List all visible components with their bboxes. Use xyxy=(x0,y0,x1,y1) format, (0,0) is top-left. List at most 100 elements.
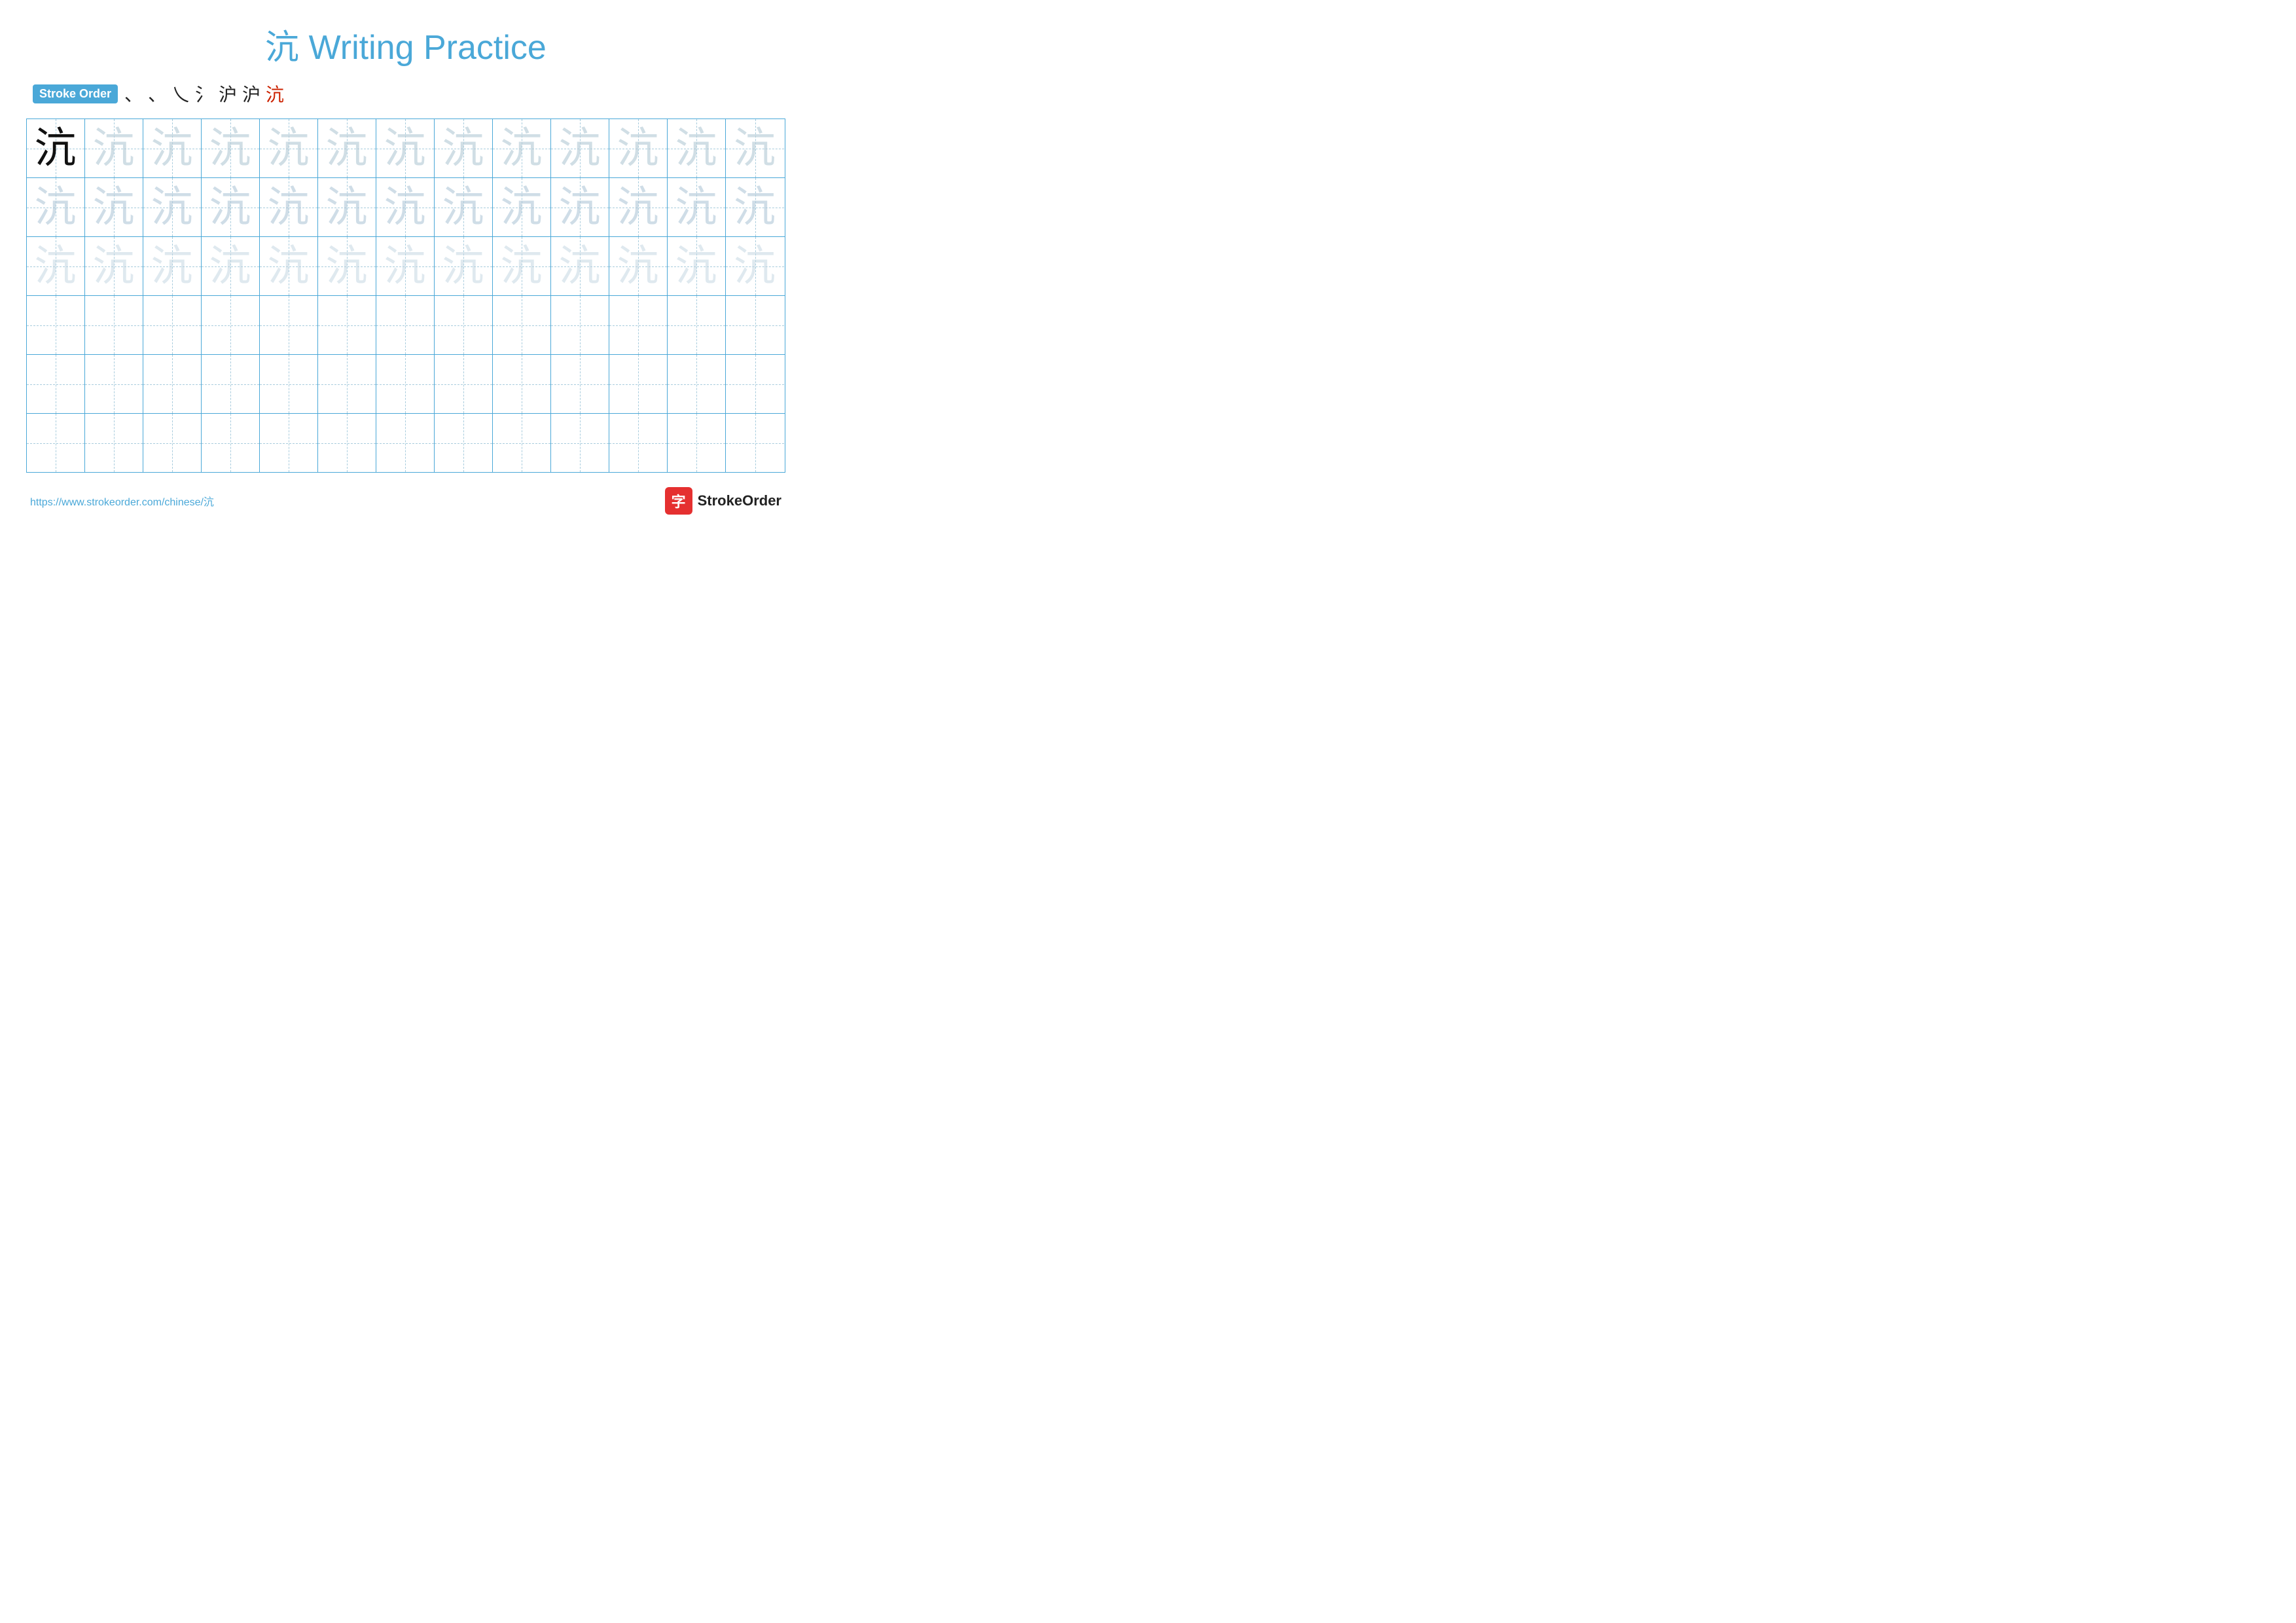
grid-cell[interactable]: 沆 xyxy=(551,119,609,177)
grid-cell[interactable]: 沆 xyxy=(85,119,143,177)
grid-cell[interactable]: 沆 xyxy=(260,178,318,236)
grid-cell[interactable]: 沆 xyxy=(726,178,784,236)
cell-character: 沆 xyxy=(675,187,717,228)
grid-cell[interactable] xyxy=(260,414,318,472)
grid-cell[interactable] xyxy=(609,296,668,354)
grid-cell[interactable]: 沆 xyxy=(668,119,726,177)
grid-cell[interactable] xyxy=(376,414,435,472)
grid-cell[interactable]: 沆 xyxy=(260,237,318,295)
grid-cell[interactable] xyxy=(726,355,784,413)
grid-cell[interactable] xyxy=(260,355,318,413)
grid-cell[interactable] xyxy=(143,414,202,472)
grid-cell[interactable] xyxy=(493,355,551,413)
cell-character: 沆 xyxy=(501,128,543,170)
grid-cell[interactable]: 沆 xyxy=(85,237,143,295)
grid-cell[interactable] xyxy=(668,414,726,472)
grid-cell[interactable]: 沆 xyxy=(435,119,493,177)
grid-cell[interactable]: 沆 xyxy=(318,119,376,177)
cell-character: 沆 xyxy=(326,246,368,287)
grid-cell[interactable]: 沆 xyxy=(551,237,609,295)
grid-cell[interactable] xyxy=(493,296,551,354)
grid-cell[interactable]: 沆 xyxy=(493,237,551,295)
grid-cell[interactable] xyxy=(202,355,260,413)
grid-cell[interactable] xyxy=(668,355,726,413)
grid-cell[interactable]: 沆 xyxy=(202,178,260,236)
grid-cell[interactable] xyxy=(376,355,435,413)
grid-cell[interactable] xyxy=(143,296,202,354)
grid-cell[interactable]: 沆 xyxy=(376,237,435,295)
cell-character: 沆 xyxy=(326,128,368,170)
grid-cell[interactable] xyxy=(27,355,85,413)
cell-character: 沆 xyxy=(734,128,776,170)
grid-cell[interactable] xyxy=(551,414,609,472)
grid-cell[interactable] xyxy=(260,296,318,354)
grid-cell[interactable] xyxy=(202,414,260,472)
grid-row-2: 沆沆沆沆沆沆沆沆沆沆沆沆沆 xyxy=(27,237,785,296)
grid-cell[interactable]: 沆 xyxy=(726,237,784,295)
grid-cell[interactable]: 沆 xyxy=(27,237,85,295)
grid-cell[interactable]: 沆 xyxy=(609,178,668,236)
grid-cell[interactable]: 沆 xyxy=(493,119,551,177)
cell-character: 沆 xyxy=(559,187,601,228)
grid-cell[interactable] xyxy=(435,296,493,354)
grid-cell[interactable]: 沆 xyxy=(435,237,493,295)
cell-character: 沆 xyxy=(93,128,135,170)
cell-character: 沆 xyxy=(209,128,251,170)
grid-cell[interactable]: 沆 xyxy=(609,237,668,295)
stroke-7: 沆 xyxy=(266,81,284,107)
grid-cell[interactable] xyxy=(318,296,376,354)
grid-cell[interactable] xyxy=(143,355,202,413)
grid-cell[interactable]: 沆 xyxy=(202,119,260,177)
grid-cell[interactable]: 沆 xyxy=(609,119,668,177)
grid-cell[interactable] xyxy=(609,414,668,472)
grid-cell[interactable]: 沆 xyxy=(27,178,85,236)
grid-row-3 xyxy=(27,296,785,355)
grid-cell[interactable] xyxy=(726,414,784,472)
grid-cell[interactable]: 沆 xyxy=(143,178,202,236)
grid-cell[interactable] xyxy=(202,296,260,354)
grid-cell[interactable] xyxy=(318,414,376,472)
grid-cell[interactable] xyxy=(726,296,784,354)
cell-character: 沆 xyxy=(35,246,77,287)
cell-character: 沆 xyxy=(151,128,193,170)
grid-cell[interactable]: 沆 xyxy=(668,178,726,236)
stroke-order-badge: Stroke Order xyxy=(33,84,118,103)
grid-cell[interactable] xyxy=(609,355,668,413)
grid-cell[interactable] xyxy=(85,414,143,472)
stroke-2: 、 xyxy=(148,81,166,107)
grid-row-0: 沆沆沆沆沆沆沆沆沆沆沆沆沆 xyxy=(27,119,785,178)
grid-cell[interactable] xyxy=(493,414,551,472)
grid-cell[interactable]: 沆 xyxy=(726,119,784,177)
grid-cell[interactable] xyxy=(435,414,493,472)
grid-cell[interactable]: 沆 xyxy=(260,119,318,177)
grid-cell[interactable]: 沆 xyxy=(376,178,435,236)
grid-cell[interactable]: 沆 xyxy=(376,119,435,177)
grid-cell[interactable]: 沆 xyxy=(202,237,260,295)
grid-cell[interactable]: 沆 xyxy=(318,237,376,295)
cell-character: 沆 xyxy=(326,187,368,228)
grid-cell[interactable]: 沆 xyxy=(143,119,202,177)
grid-cell[interactable] xyxy=(27,296,85,354)
grid-cell[interactable] xyxy=(435,355,493,413)
grid-cell[interactable] xyxy=(376,296,435,354)
cell-character: 沆 xyxy=(442,246,484,287)
grid-cell[interactable] xyxy=(551,355,609,413)
grid-cell[interactable]: 沆 xyxy=(143,237,202,295)
grid-cell[interactable] xyxy=(27,414,85,472)
grid-cell[interactable]: 沆 xyxy=(493,178,551,236)
page-title: 沆 Writing Practice xyxy=(26,20,785,69)
grid-cell[interactable]: 沆 xyxy=(318,178,376,236)
grid-cell[interactable] xyxy=(668,296,726,354)
grid-cell[interactable]: 沆 xyxy=(85,178,143,236)
grid-cell[interactable]: 沆 xyxy=(551,178,609,236)
grid-cell[interactable] xyxy=(551,296,609,354)
grid-cell[interactable] xyxy=(318,355,376,413)
grid-cell[interactable]: 沆 xyxy=(435,178,493,236)
grid-cell[interactable] xyxy=(85,355,143,413)
stroke-5: 沪 xyxy=(219,81,237,107)
grid-cell[interactable]: 沆 xyxy=(668,237,726,295)
grid-cell[interactable]: 沆 xyxy=(27,119,85,177)
footer-url[interactable]: https://www.strokeorder.com/chinese/沆 xyxy=(30,493,214,509)
footer-logo: 字 StrokeOrder xyxy=(665,487,781,515)
grid-cell[interactable] xyxy=(85,296,143,354)
